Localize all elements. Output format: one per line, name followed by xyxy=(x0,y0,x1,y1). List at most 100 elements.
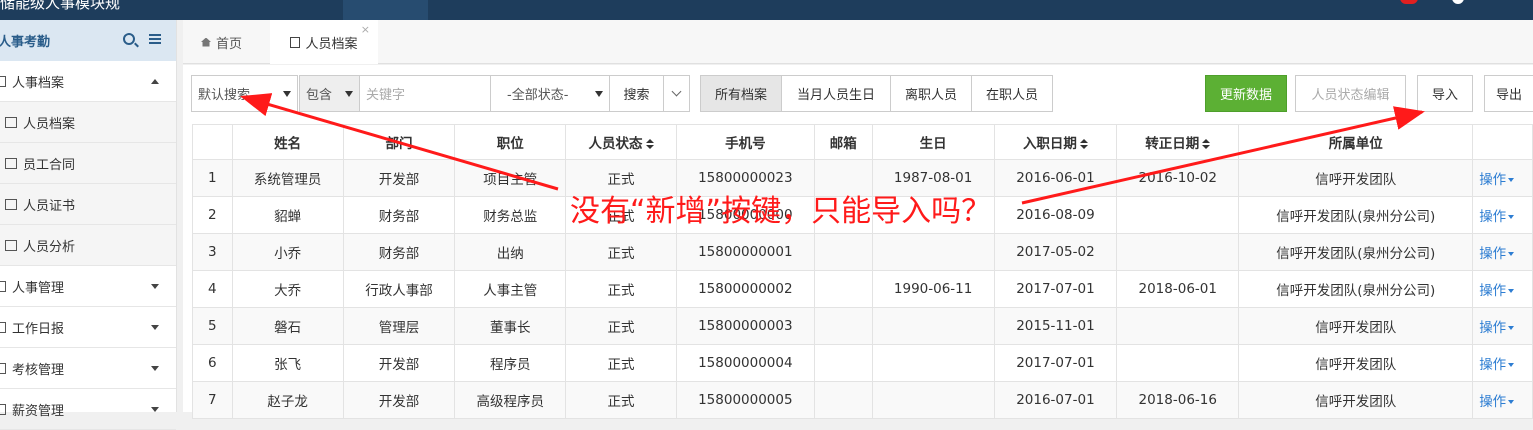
segment-active[interactable]: 在职人员 xyxy=(971,75,1053,112)
status-filter-select[interactable]: -全部状态- xyxy=(490,75,610,112)
col-birthday[interactable]: 生日 xyxy=(871,124,995,160)
cell-name: 小乔 xyxy=(231,233,344,271)
sidebar-item-daily-report[interactable]: 工作日报 xyxy=(0,307,176,348)
tab-home[interactable]: 首页 xyxy=(201,20,242,64)
cell-actions[interactable]: 操作 xyxy=(1472,381,1533,419)
table-row[interactable]: 3 小乔 财务部 出纳 正式 15800000001 2017-05-02 信呼开发团队(泉州… xyxy=(192,233,1533,271)
search-mode-select[interactable]: 默认搜索 xyxy=(191,75,298,112)
col-position[interactable]: 职位 xyxy=(454,124,567,160)
cell-actions[interactable]: 操作 xyxy=(1472,307,1533,345)
table-row[interactable]: 7 赵子龙 开发部 高级程序员 正式 15800000005 2016-07-01 2018-… xyxy=(192,381,1533,419)
cell-position: 项目主管 xyxy=(454,159,567,197)
cell-actions[interactable]: 操作 xyxy=(1472,233,1533,271)
sidebar-item-hr-archive[interactable]: 人事档案 xyxy=(0,61,176,102)
segment-birthdays[interactable]: 当月人员生日 xyxy=(781,75,891,112)
col-unit[interactable]: 所属单位 xyxy=(1238,124,1474,160)
cell-name: 系统管理员 xyxy=(231,159,344,197)
caret-down-icon xyxy=(151,325,159,330)
match-mode-select[interactable]: 包含 xyxy=(299,75,360,112)
cell-regular-date: 2018-06-16 xyxy=(1116,381,1240,419)
table-row[interactable]: 4 大乔 行政人事部 人事主管 正式 15800000002 1990-06-11 2017-… xyxy=(192,270,1533,308)
action-link[interactable]: 操作 xyxy=(1479,172,1506,188)
action-link[interactable]: 操作 xyxy=(1479,394,1506,410)
status-edit-button[interactable]: 人员状态编辑 xyxy=(1295,75,1406,112)
gear-icon[interactable] xyxy=(1452,0,1464,4)
status-filter-value: -全部状态- xyxy=(507,88,569,103)
menu-icon[interactable] xyxy=(149,34,161,44)
cell-unit: 信呼开发团队(泉州分公司) xyxy=(1238,270,1474,308)
search-button[interactable]: 搜索 xyxy=(609,75,664,112)
col-email[interactable]: 邮箱 xyxy=(813,124,873,160)
sidebar-item-analysis[interactable]: 人员分析 xyxy=(0,225,176,266)
col-regular-date[interactable]: 转正日期 xyxy=(1116,124,1240,160)
cell-join-date: 2016-06-01 xyxy=(993,159,1118,197)
cell-unit: 信呼开发团队 xyxy=(1238,381,1474,419)
caret-up-icon xyxy=(151,79,159,84)
action-link[interactable]: 操作 xyxy=(1479,209,1506,225)
search-icon[interactable] xyxy=(123,33,135,45)
table-row[interactable]: 6 张飞 开发部 程序员 正式 15800000004 2017-07-01 信呼开发团队 操作 xyxy=(192,344,1533,382)
col-join-date[interactable]: 入职日期 xyxy=(993,124,1118,160)
sort-icon[interactable] xyxy=(645,139,654,149)
cell-birthday xyxy=(871,233,995,271)
cell-status: 正式 xyxy=(565,233,677,271)
cell-actions[interactable]: 操作 xyxy=(1472,196,1533,234)
action-link[interactable]: 操作 xyxy=(1479,320,1506,336)
edit-icon xyxy=(0,321,6,333)
cell-actions[interactable]: 操作 xyxy=(1472,159,1533,197)
top-nav-tab[interactable] xyxy=(343,0,428,20)
col-status[interactable]: 人员状态 xyxy=(565,124,677,160)
segment-all-files[interactable]: 所有档案 xyxy=(700,75,782,112)
refresh-data-button[interactable]: 更新数据 xyxy=(1205,75,1287,112)
sidebar-item-contracts[interactable]: 员工合同 xyxy=(0,143,176,184)
cell-regular-date: 2018-06-01 xyxy=(1116,270,1240,308)
cell-regular-date xyxy=(1116,344,1240,382)
cell-regular-date: 2016-10-02 xyxy=(1116,159,1240,197)
search-options-dropdown[interactable] xyxy=(663,75,690,112)
cell-position: 程序员 xyxy=(454,344,567,382)
cell-department: 开发部 xyxy=(342,381,456,419)
col-regular-date-label: 转正日期 xyxy=(1145,136,1200,152)
sidebar-item-hr-management[interactable]: 人事管理 xyxy=(0,266,176,307)
sidebar-item-label: 人员档案 xyxy=(23,116,76,132)
cell-birthday xyxy=(871,344,995,382)
cell-unit: 信呼开发团队 xyxy=(1238,159,1474,197)
cell-index: 1 xyxy=(192,159,233,197)
col-name[interactable]: 姓名 xyxy=(231,124,344,160)
cell-status: 正式 xyxy=(565,344,677,382)
segment-resigned[interactable]: 离职人员 xyxy=(890,75,972,112)
tab-staff-files[interactable]: 人员档案 × xyxy=(270,20,378,64)
export-button[interactable]: 导出 xyxy=(1484,75,1533,112)
sidebar-item-staff-files[interactable]: 人员档案 xyxy=(0,102,176,143)
doc-icon xyxy=(5,157,17,169)
sidebar-item-label: 人事管理 xyxy=(12,280,65,296)
col-phone[interactable]: 手机号 xyxy=(675,124,815,160)
sidebar-item-assessment[interactable]: 考核管理 xyxy=(0,348,176,389)
cell-join-date: 2015-11-01 xyxy=(993,307,1118,345)
col-actions xyxy=(1472,124,1533,160)
sidebar-item-label: 考核管理 xyxy=(12,362,65,378)
sidebar-item-certificates[interactable]: 人员证书 xyxy=(0,184,176,225)
col-department[interactable]: 部门 xyxy=(342,124,456,160)
cell-phone: 15800000005 xyxy=(675,381,815,419)
import-button[interactable]: 导入 xyxy=(1417,75,1473,112)
cell-actions[interactable]: 操作 xyxy=(1472,344,1533,382)
sidebar-item-label: 工作日报 xyxy=(12,321,65,337)
notification-badge-icon[interactable] xyxy=(1400,0,1418,4)
action-link[interactable]: 操作 xyxy=(1479,283,1506,299)
home-icon xyxy=(201,37,211,47)
sort-icon[interactable] xyxy=(1079,139,1088,149)
action-link[interactable]: 操作 xyxy=(1479,246,1506,262)
table-row[interactable]: 5 磐石 管理层 董事长 正式 15800000003 2015-11-01 信呼开发团队 操作 xyxy=(192,307,1533,345)
keyword-input[interactable]: 关键字 xyxy=(359,75,491,112)
sidebar-item-salary[interactable]: 薪资管理 xyxy=(0,389,176,430)
chevron-down-icon xyxy=(595,91,603,97)
tab-label: 首页 xyxy=(216,36,243,52)
action-link[interactable]: 操作 xyxy=(1479,357,1506,373)
cell-actions[interactable]: 操作 xyxy=(1472,270,1533,308)
close-icon[interactable]: × xyxy=(361,23,370,36)
cell-department: 财务部 xyxy=(342,196,456,234)
sort-icon[interactable] xyxy=(1202,139,1211,149)
caret-down-icon xyxy=(1508,400,1515,404)
match-mode-value: 包含 xyxy=(306,88,333,103)
